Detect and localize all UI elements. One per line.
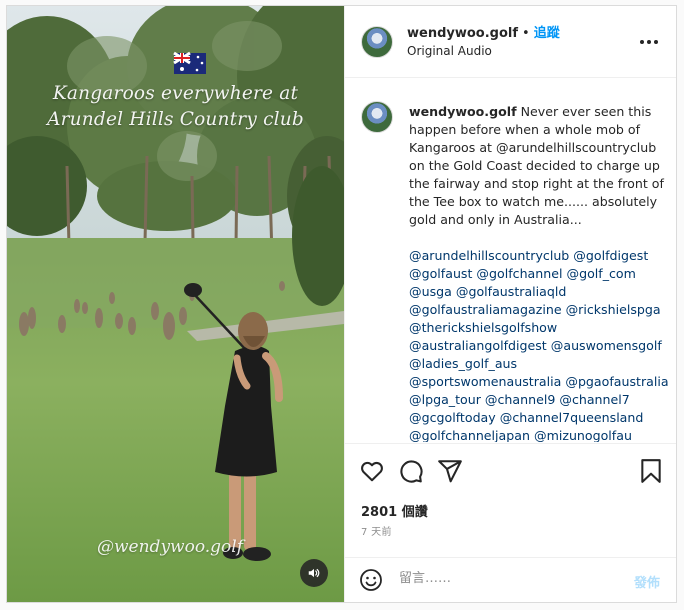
like-count[interactable]: 2801 個讚 xyxy=(361,501,428,520)
post-actions: 2801 個讚 7 天前 發佈 xyxy=(345,443,676,603)
comment-bar: 發佈 xyxy=(345,557,676,603)
australian-flag xyxy=(173,51,206,74)
caption-username[interactable]: wendywoo.golf xyxy=(409,104,517,119)
caption-avatar[interactable] xyxy=(361,101,393,133)
separator-dot: • xyxy=(522,25,530,41)
audio-toggle-button[interactable] xyxy=(300,559,328,587)
post-video[interactable]: Kangaroos everywhere at Arundel Hills Co… xyxy=(7,6,344,602)
heart-icon[interactable] xyxy=(359,458,385,484)
comment-input[interactable] xyxy=(399,571,609,586)
caption-area: wendywoo.golf Never ever seen this happe… xyxy=(345,79,676,442)
post-comment-button[interactable]: 發佈 xyxy=(634,572,660,591)
comment-icon[interactable] xyxy=(398,458,424,484)
post-side-panel: wendywoo.golf • 追蹤 Original Audio wendywoo… xyxy=(344,6,676,602)
audio-label[interactable]: Original Audio xyxy=(407,43,560,59)
bookmark-icon[interactable] xyxy=(638,458,664,484)
instagram-post: Kangaroos everywhere at Arundel Hills Co… xyxy=(6,5,677,603)
caption-mentions[interactable]: @arundelhillscountryclub @golfdigest @go… xyxy=(409,248,673,442)
overlay-title-line-2: Arundel Hills Country club xyxy=(47,109,304,130)
post-timestamp[interactable]: 7 天前 xyxy=(361,523,392,538)
header-username[interactable]: wendywoo.golf xyxy=(407,26,518,41)
share-icon[interactable] xyxy=(437,458,463,484)
speaker-icon xyxy=(308,568,320,578)
video-overlay-title: Kangaroos everywhere at Arundel Hills Co… xyxy=(7,81,344,133)
follow-button[interactable]: 追蹤 xyxy=(534,26,560,41)
post-header: wendywoo.golf • 追蹤 Original Audio xyxy=(345,6,676,78)
more-options-icon[interactable] xyxy=(640,40,658,44)
caption-text: Never ever seen this happen before when … xyxy=(409,104,668,227)
video-watermark: @wendywoo.golf xyxy=(97,537,244,557)
caption: wendywoo.golf Never ever seen this happe… xyxy=(409,103,671,442)
overlay-title-line-1: Kangaroos everywhere at xyxy=(52,83,299,104)
emoji-icon[interactable] xyxy=(359,568,383,592)
avatar[interactable] xyxy=(361,25,393,58)
